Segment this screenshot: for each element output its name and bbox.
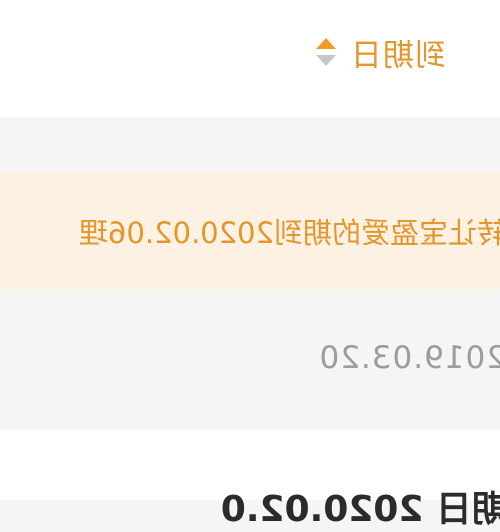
sort-toolbar: 到期日 [0,0,500,117]
list-item[interactable]: 期日 2020.02.0 [0,430,500,500]
sort-ascending-icon [316,38,336,49]
list-item-title: 期日 2020.02.0 [221,480,500,532]
screen: 到期日 转让宝盈爱的期到2020.02.06理 2019.03.20 期日 20… [0,0,500,500]
sort-by-expiry-button[interactable]: 到期日 [316,22,446,82]
group-date: 2019.03.20 [319,340,500,376]
spacer [0,117,500,172]
sort-descending-icon [316,55,336,66]
sort-label: 到期日 [350,30,446,75]
notice-text: 转让宝盈爱的期到2020.02.06理 [79,210,500,252]
sort-up-down-icon [316,38,336,66]
date-group-header: 2019.03.20 [0,290,500,430]
transfer-notice-banner: 转让宝盈爱的期到2020.02.06理 [0,172,500,290]
